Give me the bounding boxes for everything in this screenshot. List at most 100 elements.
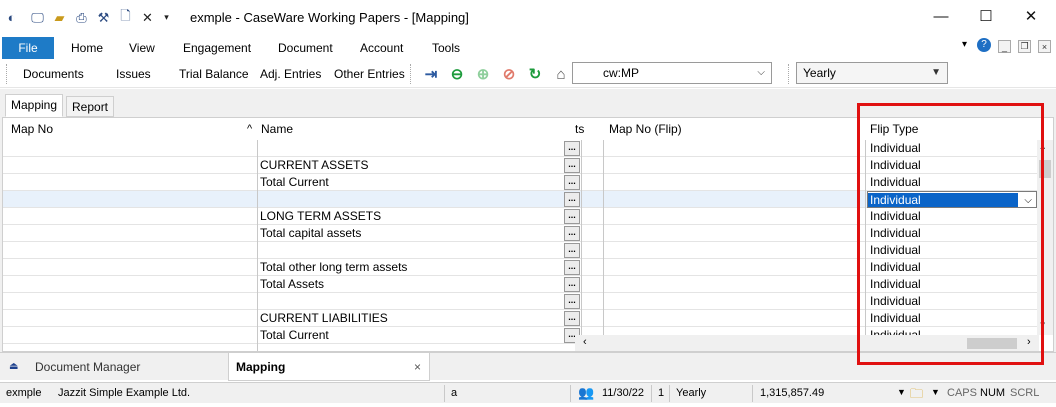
cell-map-no-flip[interactable] (605, 157, 863, 174)
cell-map-no-flip[interactable] (605, 208, 863, 225)
cell-name[interactable]: Total Assets (260, 276, 560, 293)
ellipsis-button[interactable]: ... (564, 311, 580, 326)
printer-icon[interactable]: ⎙ (73, 9, 90, 26)
cell-map-no-flip[interactable] (605, 225, 863, 242)
cell-name[interactable]: Total Current (260, 174, 560, 191)
toolbar-other-entries[interactable]: Other Entries (334, 67, 405, 81)
folder-icon[interactable]: 🗀 (910, 385, 923, 407)
ellipsis-button[interactable]: ... (564, 277, 580, 292)
eject-icon[interactable]: ⏏ (9, 353, 18, 381)
cell-name[interactable] (260, 140, 560, 157)
ellipsis-button[interactable]: ... (564, 226, 580, 241)
back-arrow-icon[interactable]: ⊖ (447, 64, 467, 84)
refresh-icon[interactable]: ↻ (525, 64, 545, 84)
toolbar-trial-balance[interactable]: Trial Balance (179, 67, 249, 81)
stop-icon[interactable]: ⊘ (499, 64, 519, 84)
cell-name[interactable] (260, 293, 560, 310)
menu-tools[interactable]: Tools (432, 41, 460, 55)
period-combo[interactable]: Yearly ▼ (796, 62, 948, 84)
ellipsis-button[interactable]: ... (564, 158, 580, 173)
cell-map-no-flip[interactable] (605, 140, 863, 157)
ellipsis-button[interactable]: ... (564, 141, 580, 156)
close-button[interactable]: ✕ (1011, 4, 1051, 28)
cell-map-no-flip[interactable] (605, 259, 863, 276)
cell-map-no[interactable] (3, 310, 257, 327)
cell-name[interactable]: Total capital assets (260, 225, 560, 242)
cell-map-no[interactable] (3, 157, 257, 174)
toolbar: Documents Issues Trial Balance Adj. Entr… (0, 60, 1056, 88)
toolbar-documents[interactable]: Documents (23, 67, 84, 81)
menu-home[interactable]: Home (71, 41, 103, 55)
ellipsis-button[interactable]: ... (564, 192, 580, 207)
cell-map-no[interactable] (3, 242, 257, 259)
cell-name[interactable] (260, 191, 560, 208)
tools-icon[interactable]: ⚒ (95, 9, 112, 26)
ellipsis-button[interactable]: ... (564, 260, 580, 275)
cell-map-no-flip[interactable] (605, 242, 863, 259)
toolbar-issues[interactable]: Issues (116, 67, 151, 81)
menu-account[interactable]: Account (360, 41, 403, 55)
header-name[interactable]: Name (255, 118, 293, 140)
minimize-button[interactable]: — (921, 4, 961, 28)
tab-mapping-document[interactable]: Mapping × (228, 353, 430, 381)
tab-mapping[interactable]: Mapping (5, 94, 64, 117)
caps-indicator: CAPS (947, 387, 977, 399)
open-folder-icon[interactable]: ▰ (51, 9, 68, 26)
scroll-left-icon[interactable]: ‹ (583, 336, 587, 348)
menu-engagement[interactable]: Engagement (183, 41, 251, 55)
cell-map-no-flip[interactable] (605, 276, 863, 293)
cell-name[interactable]: Total Current (260, 327, 560, 344)
forward-arrow-icon[interactable]: ⊕ (473, 64, 493, 84)
cell-map-no[interactable] (3, 140, 257, 157)
status-dropdown-icon[interactable]: ▼ (897, 387, 906, 397)
help-icon[interactable]: ? (977, 38, 991, 52)
cell-map-no-flip[interactable] (605, 191, 863, 208)
cell-map-no-flip[interactable] (605, 174, 863, 191)
ellipsis-button[interactable]: ... (564, 243, 580, 258)
cell-name[interactable]: CURRENT ASSETS (260, 157, 560, 174)
app-logo-icon[interactable]: ◐ (3, 9, 20, 26)
cell-name[interactable]: CURRENT LIABILITIES (260, 310, 560, 327)
cell-map-no[interactable] (3, 276, 257, 293)
cell-map-no-flip[interactable] (605, 310, 863, 327)
cell-map-no-flip[interactable] (605, 293, 863, 310)
file-menu-button[interactable]: File (2, 37, 54, 59)
toolbar-adj-entries[interactable]: Adj. Entries (260, 67, 321, 81)
delete-icon[interactable]: ✕ (139, 9, 156, 26)
menu-view[interactable]: View (129, 41, 155, 55)
header-map-no-flip[interactable]: Map No (Flip) (603, 118, 682, 140)
cell-name[interactable]: LONG TERM ASSETS (260, 208, 560, 225)
cell-map-no[interactable] (3, 293, 257, 310)
monitor-icon[interactable]: 🖵 (29, 9, 46, 26)
folder-dropdown-icon[interactable]: ▼ (931, 387, 940, 397)
cell-map-no[interactable] (3, 191, 257, 208)
customize-dropdown-icon[interactable]: ▾ (158, 9, 175, 26)
tab-document-manager[interactable]: Document Manager (35, 353, 140, 381)
users-icon: 👥 (578, 385, 595, 400)
print-preview-icon[interactable]: 🗋 (117, 8, 134, 26)
ellipsis-button[interactable]: ... (564, 294, 580, 309)
cell-map-no[interactable] (3, 174, 257, 191)
document-combo[interactable]: cw:MP ⌵ (572, 62, 772, 84)
ellipsis-button[interactable]: ... (564, 209, 580, 224)
close-tab-icon[interactable]: × (414, 353, 421, 381)
home-icon[interactable]: ⌂ (551, 64, 571, 84)
num-indicator: NUM (980, 387, 1006, 399)
maximize-button[interactable]: ☐ (966, 4, 1006, 28)
sync-arrow-icon[interactable]: ⇥ (421, 64, 441, 84)
cell-map-no[interactable] (3, 225, 257, 242)
header-ts[interactable]: ts (575, 118, 584, 140)
mdi-restore-icon[interactable]: ❐ (1018, 40, 1031, 53)
cell-name[interactable]: Total other long term assets (260, 259, 560, 276)
mdi-minimize-icon[interactable]: _ (998, 40, 1011, 53)
cell-map-no[interactable] (3, 327, 257, 344)
tab-report[interactable]: Report (66, 96, 115, 117)
menu-document[interactable]: Document (278, 41, 333, 55)
cell-map-no[interactable] (3, 259, 257, 276)
mdi-close-icon[interactable]: × (1038, 40, 1051, 53)
header-map-no[interactable]: Map No (5, 118, 53, 140)
cell-name[interactable] (260, 242, 560, 259)
cell-map-no[interactable] (3, 208, 257, 225)
ellipsis-button[interactable]: ... (564, 175, 580, 190)
ribbon-collapse-icon[interactable]: ▾ (962, 39, 967, 50)
